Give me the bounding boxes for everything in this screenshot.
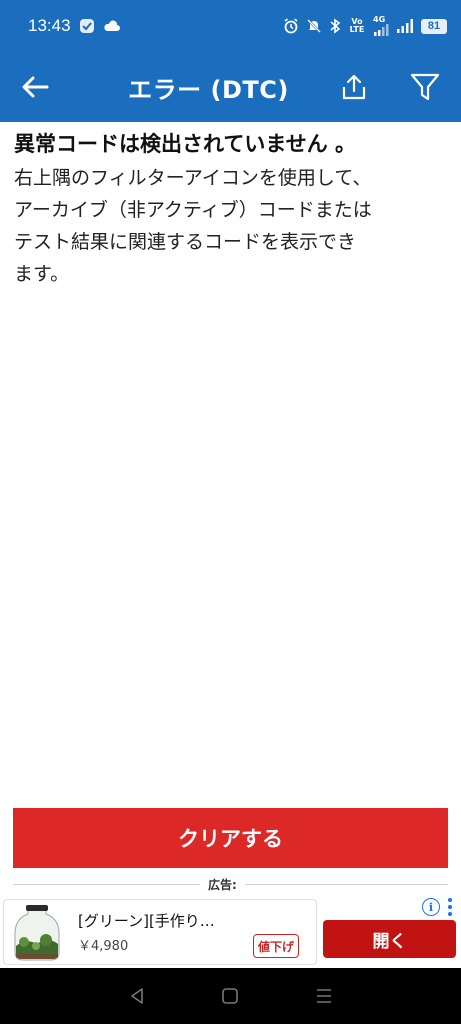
- system-nav-bar: [0, 968, 461, 1024]
- ad-info-icon[interactable]: i: [422, 898, 440, 916]
- ad-product-image[interactable]: [6, 902, 68, 964]
- info-message-line: テスト結果に関連するコードを表示でき: [14, 231, 357, 253]
- volte-icon: Vo LTE: [349, 17, 365, 34]
- page-title: エラー (DTC): [128, 75, 289, 104]
- back-button[interactable]: [18, 70, 52, 104]
- bluetooth-icon: [329, 18, 341, 34]
- alarm-icon: [283, 18, 299, 34]
- ad-label: 広告:: [200, 876, 245, 893]
- ad-price: ￥4,980: [78, 939, 129, 954]
- status-time: 13:43: [28, 16, 71, 35]
- main-content: 異常コードは検出されていません 。 右上隅のフィルターアイコンを使用して、 アー…: [14, 128, 454, 290]
- ad-card[interactable]: [グリーン][手作り… ￥4,980 値下げ: [3, 899, 317, 965]
- cloud-icon: [103, 20, 121, 32]
- ad-open-button[interactable]: 開く: [323, 920, 456, 958]
- ad-title[interactable]: [グリーン][手作り…: [78, 910, 215, 931]
- discount-badge: 値下げ: [253, 934, 300, 958]
- no-codes-headline: 異常コードは検出されていません 。: [14, 132, 357, 156]
- nav-home-icon: [222, 988, 239, 1004]
- signal-icon: [396, 19, 414, 33]
- clear-button[interactable]: クリアする: [13, 808, 448, 868]
- filter-button[interactable]: [406, 69, 444, 105]
- mute-icon: [306, 18, 322, 34]
- nav-back-button[interactable]: [122, 981, 152, 1011]
- share-icon: [342, 74, 366, 100]
- app-notification-icon: [79, 18, 95, 34]
- signal-4g-icon: 4G: [373, 16, 389, 36]
- back-arrow-icon: [22, 76, 49, 98]
- share-button[interactable]: [336, 69, 372, 105]
- info-message: 右上隅のフィルターアイコンを使用して、 アーカイブ（非アクティブ）コードまたは …: [14, 162, 454, 290]
- info-message-line: 右上隅のフィルターアイコンを使用して、: [14, 167, 372, 189]
- battery-icon: 81: [421, 18, 447, 34]
- nav-recents-icon: [317, 989, 332, 1003]
- status-bar: 13:43 Vo LTE 4G 81: [0, 0, 461, 52]
- filter-icon: [410, 73, 440, 101]
- info-message-line: ます。: [14, 263, 70, 285]
- nav-recents-button[interactable]: [309, 981, 339, 1011]
- nav-home-button[interactable]: [215, 981, 245, 1011]
- info-message-line: アーカイブ（非アクティブ）コードまたは: [14, 199, 372, 221]
- ad-more-options-icon[interactable]: [446, 898, 454, 916]
- nav-back-icon: [131, 988, 143, 1004]
- app-bar: エラー (DTC): [0, 52, 461, 122]
